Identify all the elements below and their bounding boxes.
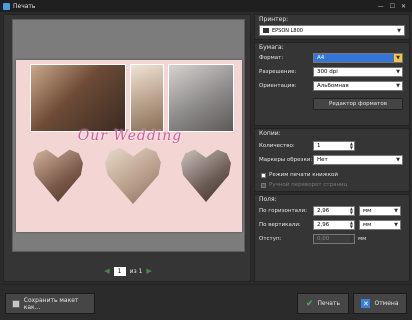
footer-bar: Сохранить макет как... ✔ Печать ✕ Отмена [0, 284, 412, 320]
orientation-label: Ориентация: [259, 83, 297, 89]
printer-name: EPSON L800 [272, 27, 303, 34]
paper-label: Бумага: [259, 44, 284, 51]
resolution-select[interactable]: 300 dpi ▼ [313, 67, 403, 77]
copies-label: Копии: [259, 130, 281, 137]
heart-photo-right [181, 149, 231, 202]
page-count: из 1 [129, 267, 143, 275]
photo-couple [168, 64, 234, 132]
chevron-down-icon: ▼ [396, 69, 400, 75]
margins-section: Поля: По горизонтали: 2,96 ▲ ▼ мм ▼ По ве… [254, 194, 410, 282]
indent-unit: мм [358, 236, 367, 242]
format-select[interactable]: A4 ▼ [313, 53, 403, 63]
orientation-select[interactable]: Альбомная ▼ [313, 81, 403, 91]
chevron-down-icon: ▼ [397, 28, 401, 34]
page-number-input[interactable]: 1 [113, 266, 126, 276]
preview-page: Our Wedding [16, 60, 242, 232]
spinner-icon: ▲ ▼ [349, 234, 353, 243]
next-page-icon[interactable]: ▶ [146, 267, 151, 275]
printer-section: Принтер: EPSON L800 ▼ [254, 14, 410, 40]
maximize-button[interactable]: ☐ [390, 3, 395, 10]
printer-icon [263, 28, 269, 33]
printer-label: Принтер: [259, 16, 289, 23]
crop-marks-select[interactable]: Нет ▼ [313, 155, 403, 165]
copies-section: Копии: Количество: 1 ▲ ▼ Маркеры обрезки:… [254, 128, 410, 192]
close-button[interactable]: ✕ [401, 3, 406, 10]
manual-flip-checkbox: Ручной переворот страниц [261, 181, 401, 189]
settings-panel: Принтер: EPSON L800 ▼ Бумага: Формат: A4… [254, 14, 410, 282]
spinner-icon: ▲ ▼ [349, 141, 353, 150]
format-label: Формат: [259, 55, 284, 61]
print-preview: Our Wedding [12, 19, 245, 252]
print-button[interactable]: ✔ Печать [297, 293, 349, 314]
chevron-down-icon: ▼ [396, 157, 400, 163]
preview-panel: Our Wedding ◀ 1 из 1 ▶ [3, 14, 251, 282]
close-icon: ✕ [361, 299, 371, 308]
indent-stepper: 0,00 ▲ ▼ [313, 234, 355, 244]
heart-photo-center [105, 147, 161, 204]
minimize-button[interactable]: — [378, 3, 384, 10]
banner-text: Our Wedding [77, 128, 183, 144]
crop-marks-label: Маркеры обрезки: [259, 157, 313, 163]
photo-rings [130, 64, 164, 132]
heart-photo-left [33, 149, 83, 202]
checkmark-icon: ✔ [305, 298, 314, 309]
vertical-margin-stepper[interactable]: 2,96 ▲ ▼ [313, 220, 355, 230]
resolution-label: Разрешение: [259, 69, 297, 75]
copies-count-label: Количество: [259, 143, 295, 149]
prev-page-icon[interactable]: ◀ [104, 267, 109, 275]
window-title: Печать [13, 2, 36, 10]
horizontal-unit-select[interactable]: мм ▼ [359, 206, 401, 216]
chevron-down-icon: ▼ [394, 222, 398, 228]
margins-label: Поля: [259, 196, 277, 203]
page-navigator: ◀ 1 из 1 ▶ [4, 265, 252, 277]
horizontal-margin-label: По горизонтали: [259, 208, 307, 214]
vertical-margin-label: По вертикали: [259, 222, 301, 228]
checkbox-box [261, 182, 266, 188]
chevron-down-icon: ▼ [394, 54, 402, 62]
format-editor-button[interactable]: Редактор форматов [313, 98, 403, 110]
chevron-down-icon: ▼ [396, 83, 400, 89]
printer-select[interactable]: EPSON L800 ▼ [259, 25, 405, 36]
spinner-icon: ▲ ▼ [349, 206, 353, 215]
indent-label: Отступ: [259, 236, 282, 242]
vertical-unit-select[interactable]: мм ▼ [359, 220, 401, 230]
copies-count-stepper[interactable]: 1 ▲ ▼ [313, 141, 355, 151]
horizontal-margin-stepper[interactable]: 2,96 ▲ ▼ [313, 206, 355, 216]
app-icon [3, 2, 10, 10]
floppy-disk-icon [12, 299, 20, 308]
chevron-down-icon: ▼ [394, 208, 398, 214]
save-layout-button[interactable]: Сохранить макет как... [5, 293, 95, 314]
spinner-icon: ▲ ▼ [349, 220, 353, 229]
title-bar: Печать — ☐ ✕ [0, 0, 412, 12]
paper-section: Бумага: Формат: A4 ▼ Разрешение: 300 dpi… [254, 42, 410, 126]
checkbox-box [261, 172, 266, 178]
photo-bride [30, 64, 126, 132]
booklet-checkbox[interactable]: Режим печати книжкой [261, 171, 401, 179]
cancel-button[interactable]: ✕ Отмена [353, 293, 407, 314]
